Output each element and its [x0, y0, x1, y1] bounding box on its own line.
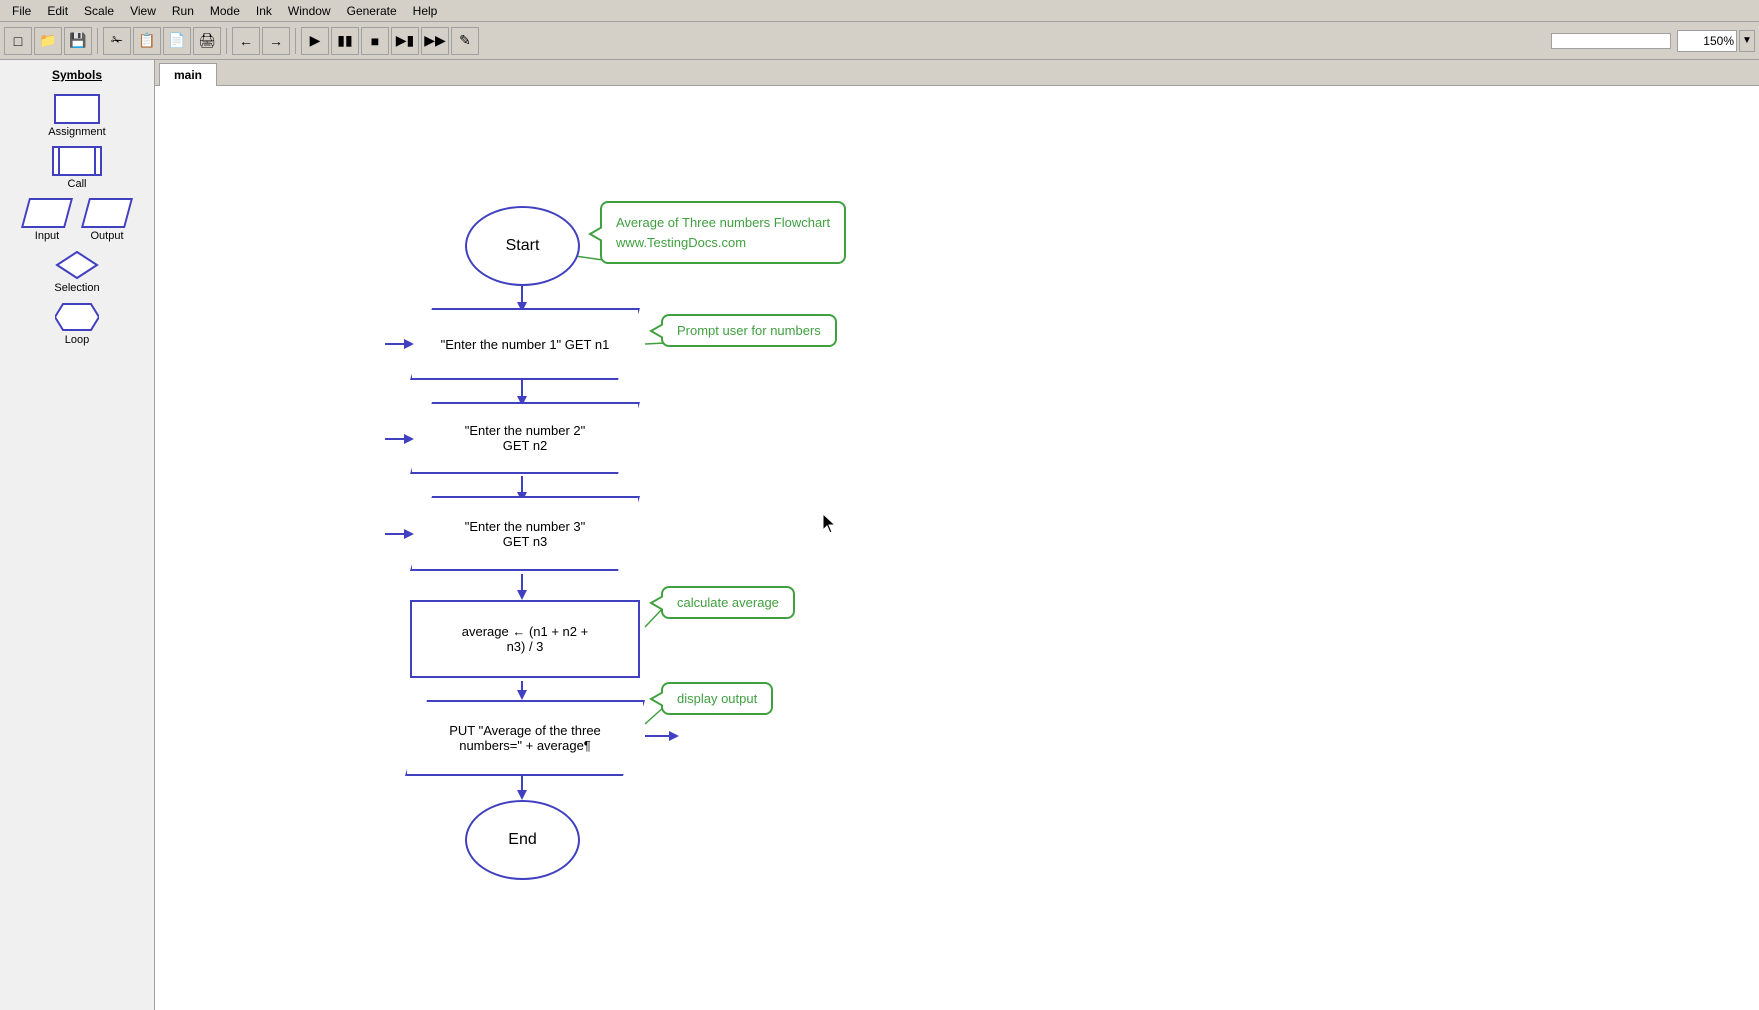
- toolbar: □ 📁 💾 ✁ 📋 📄 🖨 ← → ▶ ▮▮ ■ ▶▮ ▶▶ ✎ ▼: [0, 22, 1759, 60]
- output-comment: display output: [661, 682, 773, 715]
- end-ellipse: End: [465, 800, 580, 880]
- assignment-label: Assignment: [48, 126, 105, 138]
- loop-label: Loop: [65, 334, 89, 346]
- step-button[interactable]: ▶▮: [391, 27, 419, 55]
- symbol-selection[interactable]: Selection: [54, 250, 99, 294]
- save-button[interactable]: 💾: [64, 27, 92, 55]
- main-area: Symbols Assignment Call Input Output: [0, 60, 1759, 1010]
- menu-help[interactable]: Help: [405, 2, 446, 20]
- pen-button[interactable]: ✎: [451, 27, 479, 55]
- output-node: PUT "Average of the threenumbers=" + ave…: [405, 700, 645, 776]
- cursor: [823, 514, 829, 520]
- assignment-shape: [54, 94, 100, 124]
- menu-edit[interactable]: Edit: [39, 2, 76, 20]
- tab-main[interactable]: main: [159, 63, 217, 86]
- input3-node: "Enter the number 3"GET n3: [410, 496, 640, 571]
- menu-run[interactable]: Run: [164, 2, 202, 20]
- progress-bar: [1551, 33, 1671, 49]
- sidebar-title: Symbols: [52, 68, 102, 82]
- menu-ink[interactable]: Ink: [248, 2, 280, 20]
- menu-view[interactable]: View: [122, 2, 164, 20]
- redo-button[interactable]: →: [262, 27, 290, 55]
- canvas-area: main: [155, 60, 1759, 1010]
- sep2: [226, 28, 227, 54]
- input-output-row: Input Output: [25, 198, 129, 242]
- menubar: File Edit Scale View Run Mode Ink Window…: [0, 0, 1759, 22]
- menu-file[interactable]: File: [4, 2, 39, 20]
- input-label: Input: [35, 230, 59, 242]
- menu-scale[interactable]: Scale: [76, 2, 122, 20]
- selection-label: Selection: [54, 282, 99, 294]
- sep1: [97, 28, 98, 54]
- flowchart-container: Start Average of Three numbers Flowchart…: [155, 86, 1735, 986]
- output-label: Output: [90, 230, 123, 242]
- input1-node: "Enter the number 1" GET n1: [410, 308, 640, 380]
- start-ellipse: Start: [465, 206, 580, 286]
- input2-node: "Enter the number 2"GET n2: [410, 402, 640, 474]
- new-button[interactable]: □: [4, 27, 32, 55]
- stop-button[interactable]: ■: [361, 27, 389, 55]
- symbol-input[interactable]: Input: [25, 198, 69, 242]
- copy-button[interactable]: 📋: [133, 27, 161, 55]
- symbol-call[interactable]: Call: [52, 146, 102, 190]
- menu-mode[interactable]: Mode: [202, 2, 248, 20]
- symbol-output[interactable]: Output: [85, 198, 129, 242]
- print-button[interactable]: 🖨: [193, 27, 221, 55]
- pause-button[interactable]: ▮▮: [331, 27, 359, 55]
- menu-generate[interactable]: Generate: [339, 2, 405, 20]
- canvas[interactable]: Start Average of Three numbers Flowchart…: [155, 86, 1759, 1010]
- zoom-control: ▼: [1677, 30, 1755, 52]
- menu-window[interactable]: Window: [280, 2, 339, 20]
- sidebar: Symbols Assignment Call Input Output: [0, 60, 155, 1010]
- calc-comment: calculate average: [661, 586, 795, 619]
- prompt-comment: Prompt user for numbers: [661, 314, 837, 347]
- open-button[interactable]: 📁: [34, 27, 62, 55]
- calc-node: average ← (n1 + n2 +n3) / 3: [410, 600, 640, 678]
- arrows-layer: [155, 86, 1735, 986]
- zoom-dropdown[interactable]: ▼: [1739, 30, 1755, 52]
- symbol-assignment[interactable]: Assignment: [48, 94, 105, 138]
- fast-button[interactable]: ▶▶: [421, 27, 449, 55]
- call-label: Call: [68, 178, 87, 190]
- symbol-loop[interactable]: Loop: [55, 302, 99, 346]
- sep3: [295, 28, 296, 54]
- title-comment: Average of Three numbers Flowchart www.T…: [600, 201, 846, 264]
- run-button[interactable]: ▶: [301, 27, 329, 55]
- selection-shape: [55, 250, 99, 280]
- zoom-input[interactable]: [1677, 30, 1737, 52]
- paste-button[interactable]: 📄: [163, 27, 191, 55]
- cut-button[interactable]: ✁: [103, 27, 131, 55]
- loop-shape: [55, 302, 99, 332]
- tab-bar: main: [155, 60, 1759, 86]
- undo-button[interactable]: ←: [232, 27, 260, 55]
